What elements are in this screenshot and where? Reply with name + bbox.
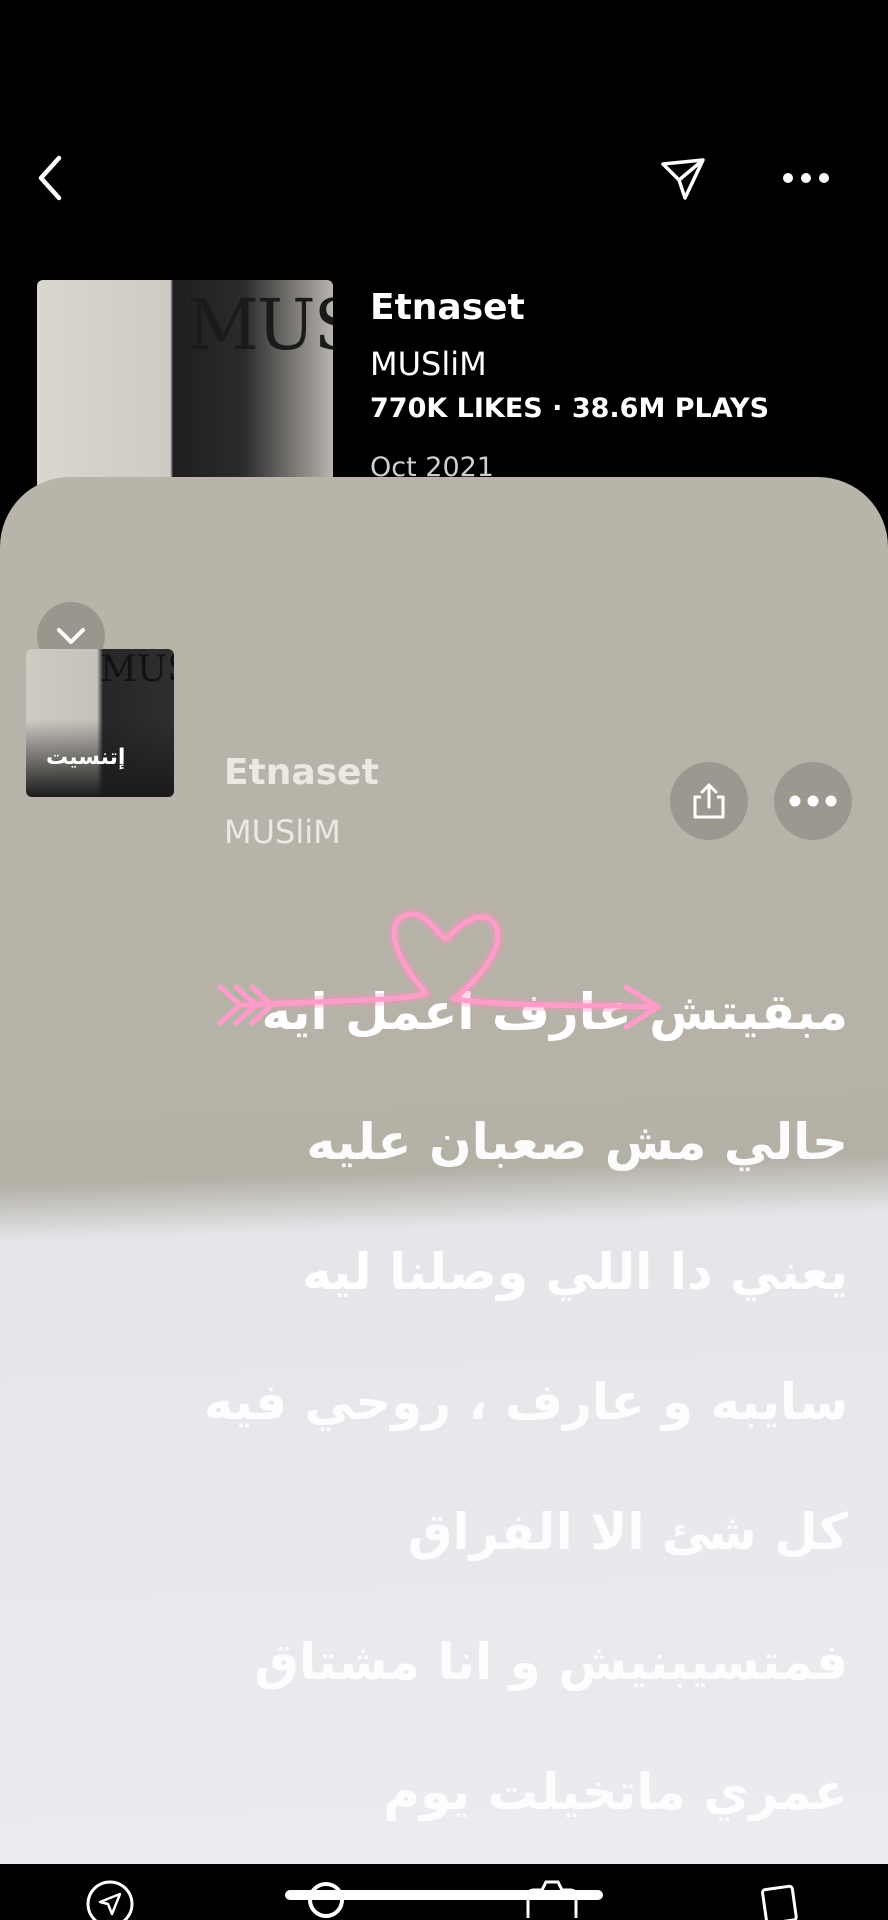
stats-separator: · [552,393,563,424]
plays-count: 38.6M PLAYS [571,393,770,424]
chevron-left-icon [38,155,62,201]
lyrics-sheet: MUSliM إتنسيت Etnaset MUSliM مبقيتش عارف… [0,477,888,1864]
top-bar [0,0,888,270]
lyric-line[interactable]: فمتسيبنيش و انا مشتاق [28,1597,848,1727]
messages-icon[interactable] [80,1872,140,1920]
ellipsis-icon [789,795,837,807]
artist-name[interactable]: MUSliM [370,345,487,383]
home-indicator [285,1890,603,1900]
share-button[interactable] [670,762,748,840]
send-button[interactable] [655,150,711,206]
album-thumbnail: MUSliM إتنسيت [26,649,174,797]
sheet-song-title: Etnaset [224,752,379,793]
cover-arabic-title: إتنسيت [46,745,126,770]
paper-plane-icon [661,158,705,200]
sheet-artist-name[interactable]: MUSliM [224,813,341,851]
share-icon [693,783,725,819]
ellipsis-icon [783,173,829,183]
lyric-line[interactable]: عمري ماتخيلت يوم [28,1727,848,1857]
song-stats: 770K LIKES · 38.6M PLAYS [370,393,769,424]
likes-count: 770K LIKES [370,393,543,424]
lyric-line[interactable]: سايبه و عارف ، روحي فيه [28,1337,848,1467]
song-title: Etnaset [370,287,525,328]
chevron-down-icon [57,628,85,644]
back-button[interactable] [28,150,72,206]
heart-arrow-sticker [217,907,661,1030]
lyric-line[interactable]: كل شئ الا الفراق [28,1467,848,1597]
lyrics-more-button[interactable] [774,762,852,840]
lyric-line[interactable]: يعني دا اللي وصلنا ليه [28,1207,848,1337]
cover-artist-text: MUSliM [187,284,333,366]
stack-icon[interactable] [748,1872,808,1920]
cover-artist-text: MUSliM [100,649,174,690]
album-cover[interactable]: MUSliM [37,280,333,490]
lyric-line[interactable]: حالي مش صعبان عليه [28,1077,848,1207]
more-options-button[interactable] [775,150,837,206]
